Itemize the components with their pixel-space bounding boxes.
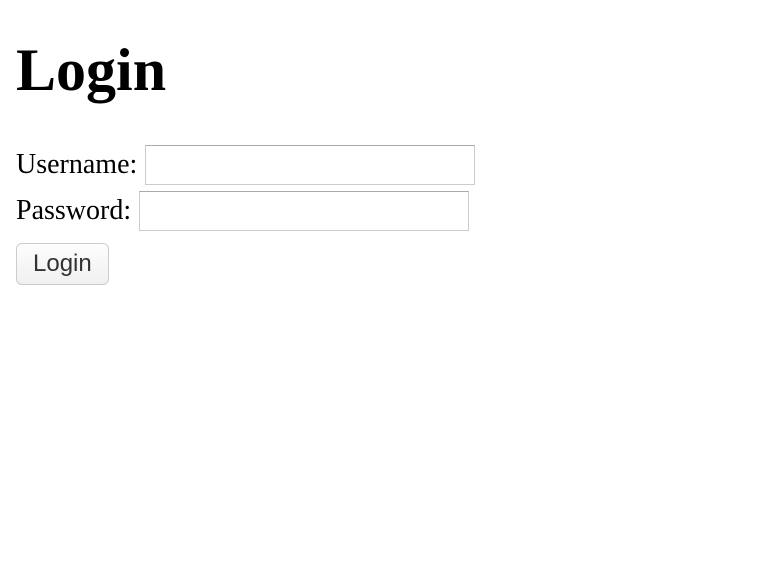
login-form: Username: Password: Login [16,145,750,285]
username-row: Username: [16,145,750,185]
password-input[interactable] [139,191,469,231]
page-title: Login [16,36,750,105]
username-input[interactable] [145,145,475,185]
login-button[interactable]: Login [16,243,109,285]
username-label: Username: [16,149,137,181]
password-row: Password: [16,191,750,231]
password-label: Password: [16,195,131,227]
button-row: Login [16,243,750,285]
